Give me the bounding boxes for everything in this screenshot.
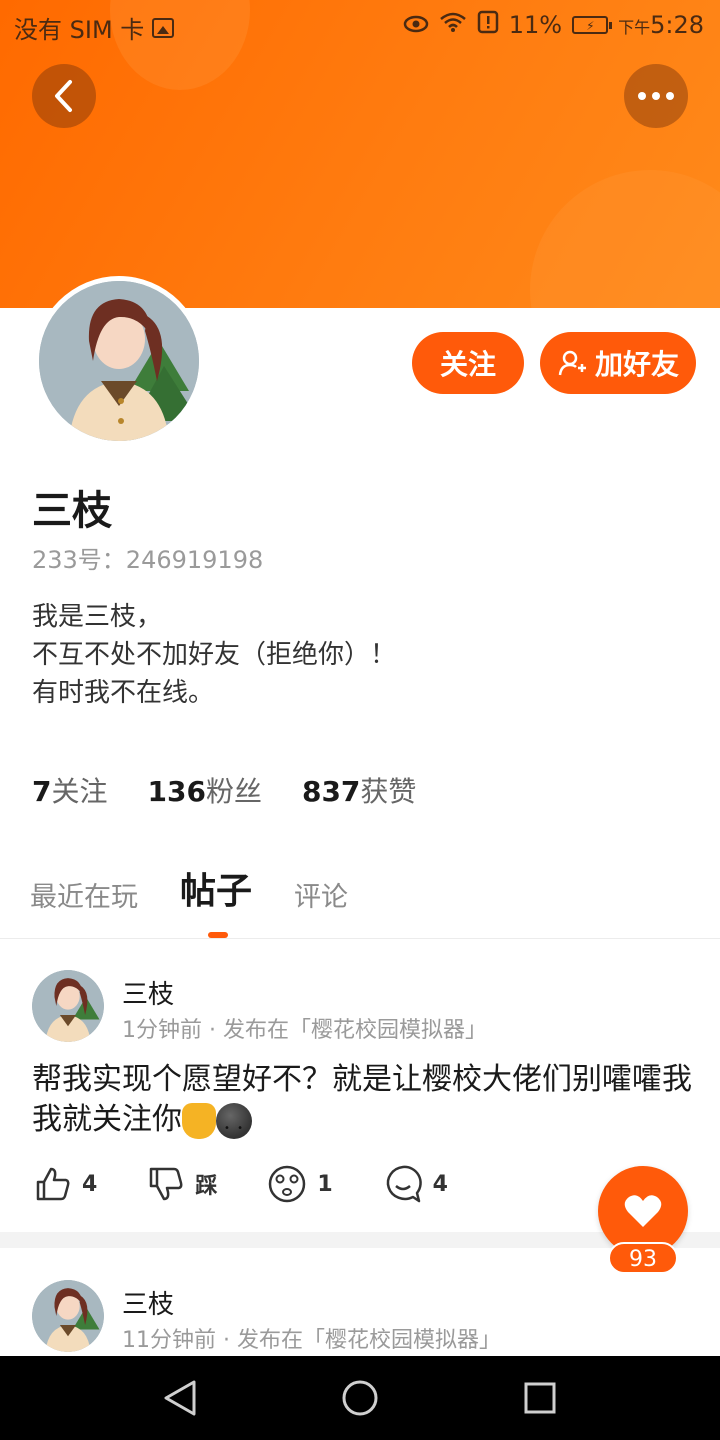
stat-following-label: 关注 bbox=[51, 775, 108, 808]
add-user-icon bbox=[558, 350, 586, 376]
back-button[interactable] bbox=[32, 64, 96, 128]
nav-recents-button[interactable] bbox=[518, 1376, 562, 1420]
post-content[interactable]: 帮我实现个愿望好不？就是让樱校大佬们别嚯嚯我我就关注你 bbox=[32, 1060, 692, 1149]
profile-stats: 7关注 136粉丝 837获赞 bbox=[32, 770, 416, 810]
follow-label: 关注 bbox=[439, 348, 496, 381]
battery-charging-icon: ⚡ bbox=[572, 16, 613, 34]
reaction-button[interactable]: 1 bbox=[267, 1164, 333, 1204]
gallery-icon bbox=[152, 17, 175, 38]
clock-time: 5:28 bbox=[650, 11, 704, 39]
post-author-name[interactable]: 三枝 bbox=[122, 974, 174, 1011]
stat-following-count: 7 bbox=[32, 775, 52, 808]
dislike-button[interactable]: 踩 bbox=[147, 1165, 217, 1203]
more-button[interactable] bbox=[624, 64, 688, 128]
like-count: 4 bbox=[82, 1171, 98, 1197]
add-friend-button[interactable]: 加好友 bbox=[540, 332, 696, 394]
follow-button[interactable]: 关注 bbox=[412, 332, 524, 394]
bio-line: 不互不处不加好友（拒绝你）！ bbox=[32, 640, 397, 670]
stat-fans-count: 136 bbox=[147, 775, 206, 808]
chevron-left-icon bbox=[55, 80, 72, 112]
add-friend-label: 加好友 bbox=[594, 348, 679, 381]
wifi-icon bbox=[439, 11, 467, 39]
profile-bio: 我是三枝， 不互不处不加好友（拒绝你）！ 有时我不在线。 bbox=[32, 598, 396, 712]
profile-avatar[interactable] bbox=[34, 276, 204, 446]
stat-likes[interactable]: 837获赞 bbox=[302, 770, 416, 810]
time-prefix: 下午 bbox=[618, 18, 651, 37]
post-text: 帮我实现个愿望好不？就是让樱校大佬们别嚯嚯我我就关注你 bbox=[32, 1062, 692, 1137]
tab-recent[interactable]: 最近在玩 bbox=[30, 875, 138, 914]
floating-like-count: 93 bbox=[608, 1242, 678, 1274]
circle-home-icon bbox=[342, 1380, 378, 1416]
dislike-label: 踩 bbox=[195, 1174, 218, 1199]
nav-home-button[interactable] bbox=[338, 1376, 382, 1420]
square-recents-icon bbox=[524, 1382, 556, 1414]
alert-icon bbox=[477, 10, 499, 40]
stat-likes-count: 837 bbox=[301, 775, 361, 808]
carrier-text: 没有 SIM 卡 bbox=[14, 16, 145, 44]
comment-button[interactable]: 4 bbox=[383, 1164, 448, 1204]
post-meta: 11分钟前 · 发布在「樱花校园模拟器」 bbox=[122, 1328, 501, 1353]
thumbs-up-icon bbox=[36, 1167, 70, 1201]
comment-icon bbox=[386, 1165, 422, 1203]
bio-line: 我是三枝， bbox=[32, 602, 163, 632]
post-author-name[interactable]: 三枝 bbox=[122, 1284, 174, 1321]
heart-icon bbox=[624, 1195, 662, 1227]
stat-fans-label: 粉丝 bbox=[205, 775, 262, 808]
status-bar: 没有 SIM 卡 11% ⚡ 下午5:28 bbox=[0, 0, 720, 50]
dizzy-face-icon bbox=[269, 1165, 306, 1203]
post-actions: 4 踩 1 4 bbox=[34, 1164, 498, 1204]
post-author-avatar[interactable] bbox=[32, 970, 104, 1042]
fist-emoji-icon bbox=[182, 1102, 216, 1139]
tab-posts[interactable]: 帖子 bbox=[180, 862, 252, 914]
moon-face-emoji-icon bbox=[216, 1102, 252, 1149]
battery-percent: 11% bbox=[508, 11, 563, 39]
post-meta: 1分钟前 · 发布在「樱花校园模拟器」 bbox=[122, 1018, 487, 1043]
stat-fans[interactable]: 136粉丝 bbox=[148, 770, 262, 810]
comment-count: 4 bbox=[432, 1171, 448, 1197]
more-dots-icon bbox=[638, 92, 674, 100]
triangle-back-icon bbox=[164, 1380, 196, 1416]
profile-name: 三枝 bbox=[32, 488, 112, 534]
profile-tabs: 最近在玩 帖子 评论 bbox=[30, 862, 348, 914]
system-nav-bar bbox=[0, 1356, 720, 1440]
thumbs-down-icon bbox=[150, 1167, 183, 1201]
banner-decoration bbox=[530, 170, 720, 308]
reaction-count: 1 bbox=[317, 1171, 333, 1197]
tab-comments[interactable]: 评论 bbox=[294, 875, 348, 914]
stat-following[interactable]: 7关注 bbox=[32, 770, 108, 810]
stat-likes-label: 获赞 bbox=[360, 775, 417, 808]
eye-icon bbox=[403, 11, 429, 39]
divider bbox=[0, 938, 720, 939]
nav-back-button[interactable] bbox=[158, 1376, 202, 1420]
profile-id: 233号：246919198 bbox=[32, 546, 264, 574]
bio-line: 有时我不在线。 bbox=[32, 678, 215, 708]
post-author-avatar[interactable] bbox=[32, 1280, 104, 1352]
like-button[interactable]: 4 bbox=[34, 1165, 97, 1203]
